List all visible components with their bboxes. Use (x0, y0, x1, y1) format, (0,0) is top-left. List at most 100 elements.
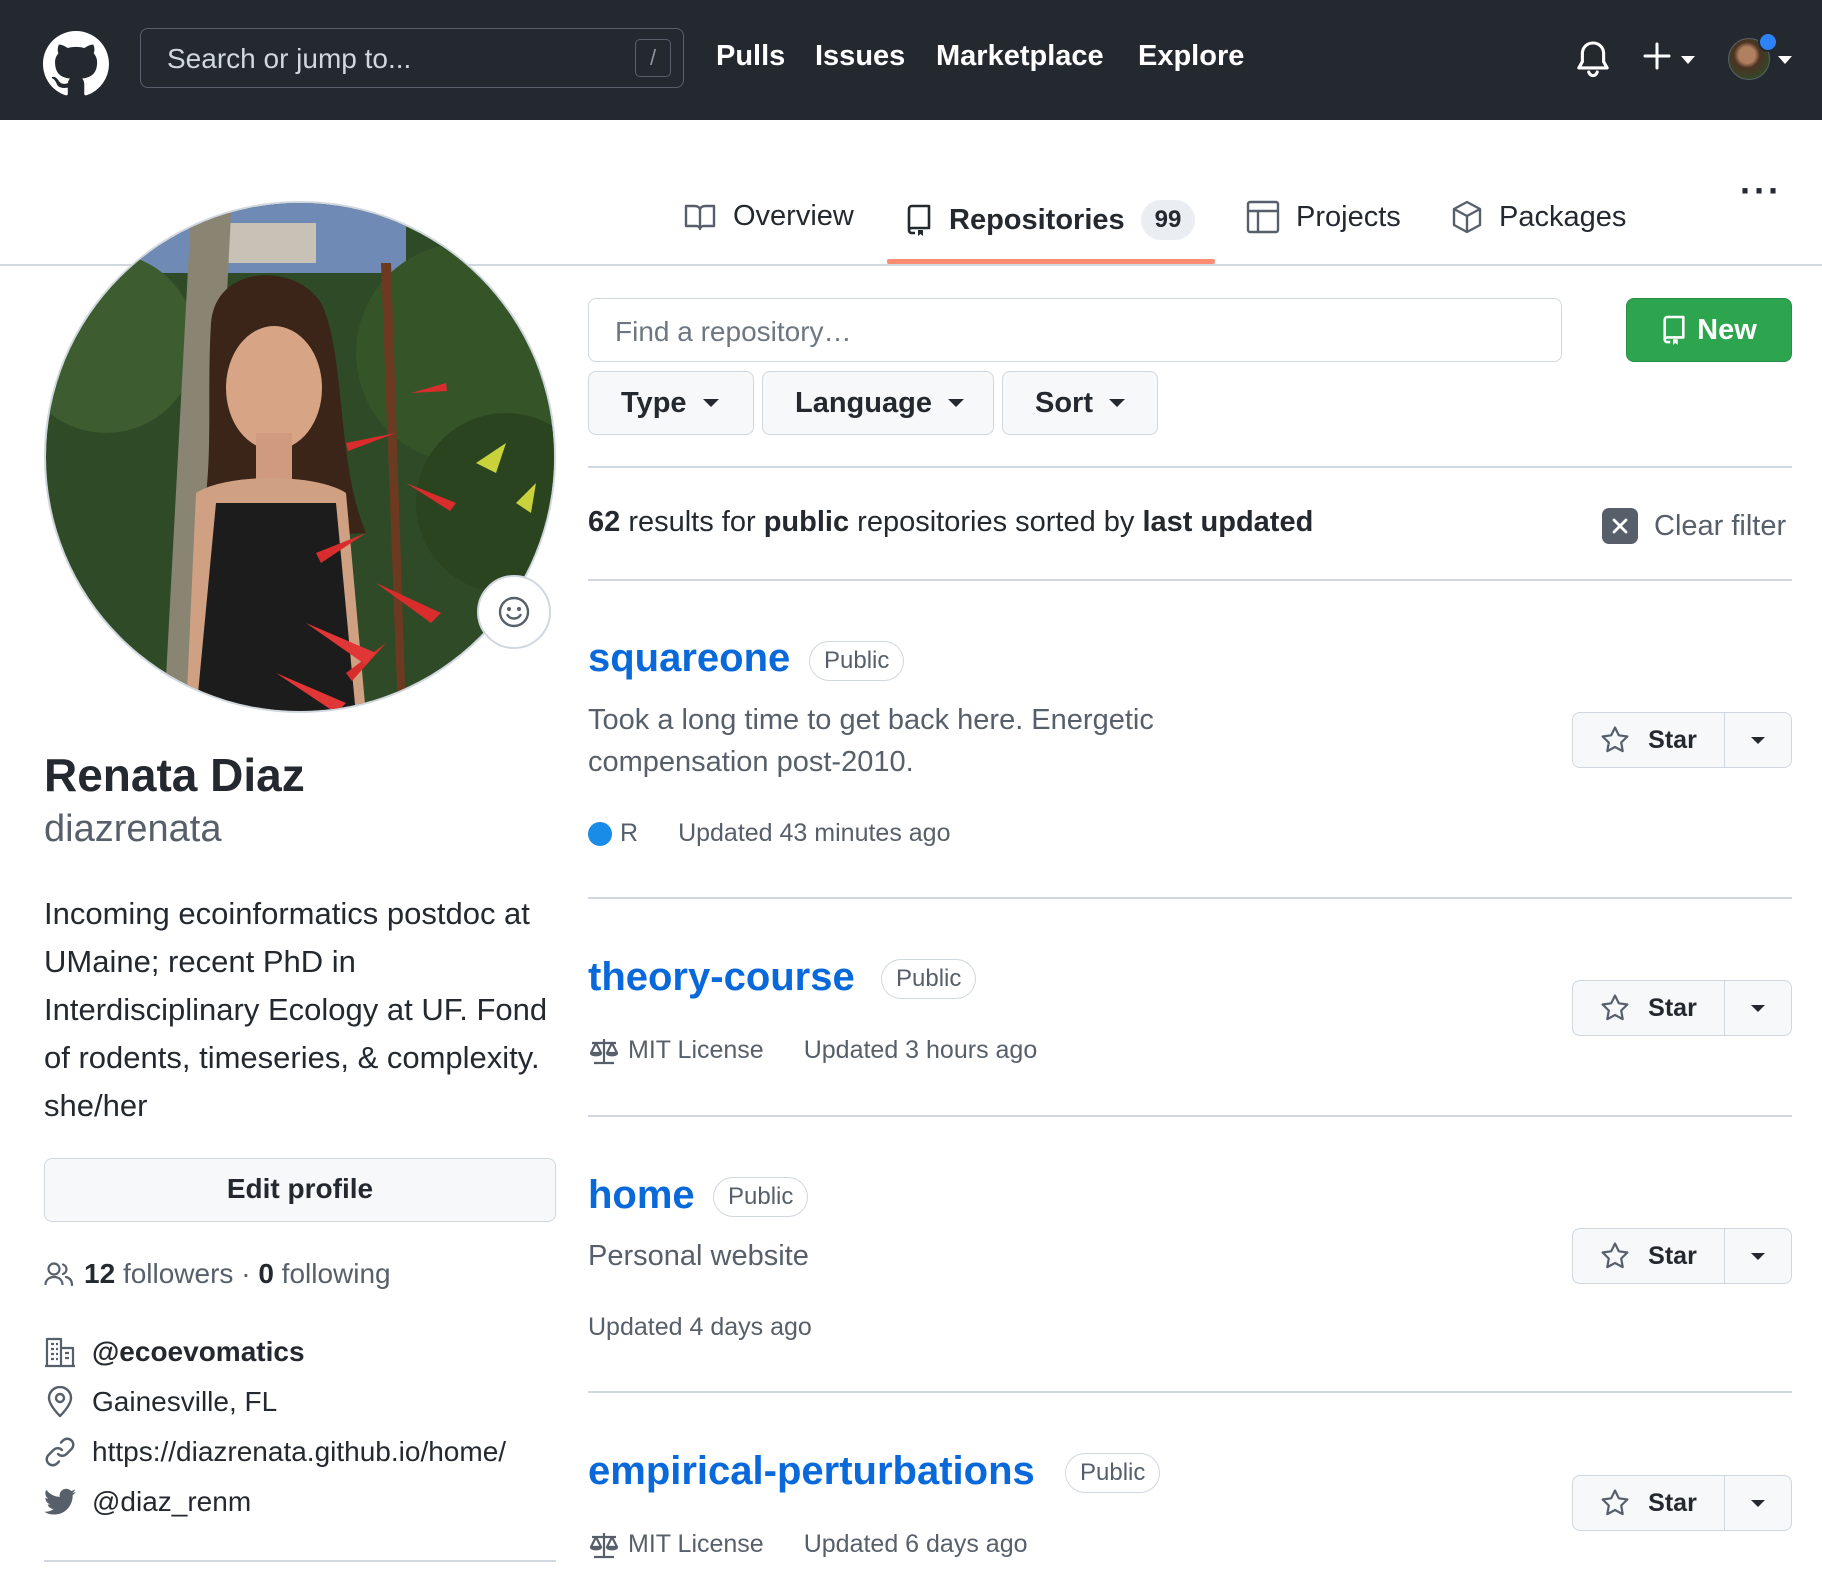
search-shortcut-key: / (635, 39, 671, 77)
law-scale-icon (589, 1532, 619, 1558)
package-icon (1452, 200, 1482, 234)
clear-filter-label: Clear filter (1654, 509, 1787, 542)
website-link[interactable]: https://diazrenata.github.io/home/ (92, 1436, 506, 1468)
repo-meta: MIT License Updated 3 hours ago (588, 1036, 1037, 1065)
nav-issues[interactable]: Issues (815, 40, 905, 73)
visibility-badge: Public (713, 1177, 809, 1217)
followers-link[interactable]: 12 followers (84, 1258, 233, 1290)
twitter-icon (44, 1488, 76, 1515)
chevron-down-icon (1751, 1499, 1765, 1507)
chevron-down-icon (1109, 399, 1125, 407)
vcard-organization[interactable]: @ecoevomatics (44, 1336, 305, 1368)
repo-language: R (620, 819, 639, 847)
following-label: following (281, 1258, 391, 1289)
tab-overview[interactable]: Overview (683, 200, 854, 233)
vcard-location: Gainesville, FL (44, 1386, 277, 1418)
star-button-group: Star (1572, 1475, 1792, 1531)
star-list-dropdown[interactable] (1725, 1229, 1791, 1283)
repo-updated: Updated 43 minutes ago (678, 819, 951, 847)
people-icon (44, 1262, 74, 1287)
repo-name-link[interactable]: theory-course (588, 955, 855, 1000)
repo-name-link[interactable]: home (588, 1173, 695, 1218)
results-summary: 62 results for public repositories sorte… (588, 506, 1313, 539)
global-search-input[interactable]: Search or jump to... / (140, 28, 684, 88)
github-logo-icon[interactable] (43, 31, 109, 97)
follow-stats: 12 followers · 0 following (44, 1258, 391, 1290)
new-button-label: New (1697, 313, 1757, 346)
chevron-down-icon (1751, 1252, 1765, 1260)
follow-separator: · (241, 1258, 251, 1289)
repo-updated: Updated 4 days ago (588, 1313, 812, 1341)
star-icon (1601, 1242, 1629, 1269)
edit-profile-button[interactable]: Edit profile (44, 1158, 556, 1222)
star-list-dropdown[interactable] (1725, 713, 1791, 767)
star-button[interactable]: Star (1573, 981, 1725, 1035)
star-icon (1601, 994, 1629, 1021)
organization-icon (45, 1337, 75, 1368)
visibility-badge: Public (1065, 1453, 1161, 1493)
type-filter-button[interactable]: Type (588, 371, 754, 435)
notifications-bell-icon[interactable] (1576, 40, 1610, 80)
active-tab-underline (887, 259, 1215, 264)
chevron-down-icon (1751, 1004, 1765, 1012)
repo-divider (588, 1115, 1792, 1117)
star-button-group: Star (1572, 712, 1792, 768)
results-text: repositories sorted by (857, 506, 1135, 538)
smiley-icon (498, 596, 530, 628)
repo-updated: Updated 3 hours ago (803, 1036, 1038, 1064)
profile-photo-image (46, 203, 554, 711)
twitter-handle: @diaz_renm (92, 1486, 252, 1517)
star-button[interactable]: Star (1573, 1476, 1725, 1530)
tab-projects[interactable]: Projects (1246, 200, 1401, 234)
repo-icon (1663, 315, 1685, 345)
repo-description: Took a long time to get back here. Energ… (588, 704, 1154, 778)
find-repository-placeholder: Find a repository… (615, 316, 852, 347)
profile-avatar[interactable] (44, 201, 556, 713)
language-filter-label: Language (795, 386, 932, 419)
type-filter-label: Type (621, 386, 687, 419)
repo-meta: MIT License Updated 6 days ago (588, 1530, 1028, 1559)
create-new-caret-icon[interactable] (1681, 56, 1695, 64)
followers-label: followers (122, 1258, 234, 1289)
table-icon (1246, 200, 1280, 234)
results-sort: last updated (1142, 506, 1314, 538)
tab-repositories[interactable]: Repositories 99 (905, 200, 1196, 240)
clear-filter-button[interactable]: Clear filter (1602, 508, 1786, 544)
following-link[interactable]: 0 following (258, 1258, 390, 1290)
set-status-button[interactable] (477, 575, 551, 649)
star-button[interactable]: Star (1573, 713, 1725, 767)
tab-packages[interactable]: Packages (1451, 200, 1626, 234)
star-button[interactable]: Star (1573, 1229, 1725, 1283)
repositories-count-badge: 99 (1140, 200, 1196, 240)
nav-pulls[interactable]: Pulls (716, 40, 785, 73)
repo-meta: R Updated 43 minutes ago (588, 819, 950, 848)
following-count: 0 (258, 1258, 274, 1289)
vcard-website[interactable]: https://diazrenata.github.io/home/ (44, 1436, 506, 1468)
star-button-group: Star (1572, 980, 1792, 1036)
new-repository-button[interactable]: New (1626, 298, 1792, 362)
more-options-icon[interactable]: ··· (1740, 170, 1782, 212)
star-list-dropdown[interactable] (1725, 981, 1791, 1035)
filter-divider (588, 466, 1792, 468)
create-new-plus-icon[interactable] (1642, 40, 1672, 74)
repo-name-link[interactable]: empirical-perturbations (588, 1449, 1035, 1494)
find-repository-input[interactable]: Find a repository… (588, 298, 1562, 362)
visibility-badge: Public (881, 959, 977, 999)
tab-repositories-label: Repositories (949, 203, 1125, 236)
repo-meta: Updated 4 days ago (588, 1313, 812, 1342)
location-icon (47, 1386, 73, 1418)
profile-login: diazrenata (44, 808, 222, 850)
star-list-dropdown[interactable] (1725, 1476, 1791, 1530)
repo-name-link[interactable]: squareone (588, 636, 790, 681)
sort-filter-button[interactable]: Sort (1002, 371, 1158, 435)
tab-packages-label: Packages (1499, 200, 1627, 233)
vcard-twitter[interactable]: @diaz_renm (44, 1486, 251, 1518)
nav-marketplace[interactable]: Marketplace (936, 40, 1104, 73)
nav-explore[interactable]: Explore (1138, 40, 1244, 73)
repo-license: MIT License (628, 1530, 764, 1558)
repo-description: Personal website (588, 1240, 809, 1272)
language-color-dot (588, 821, 612, 846)
language-filter-button[interactable]: Language (762, 371, 994, 435)
repo-license: MIT License (628, 1036, 764, 1064)
user-menu-caret-icon[interactable] (1778, 56, 1792, 64)
